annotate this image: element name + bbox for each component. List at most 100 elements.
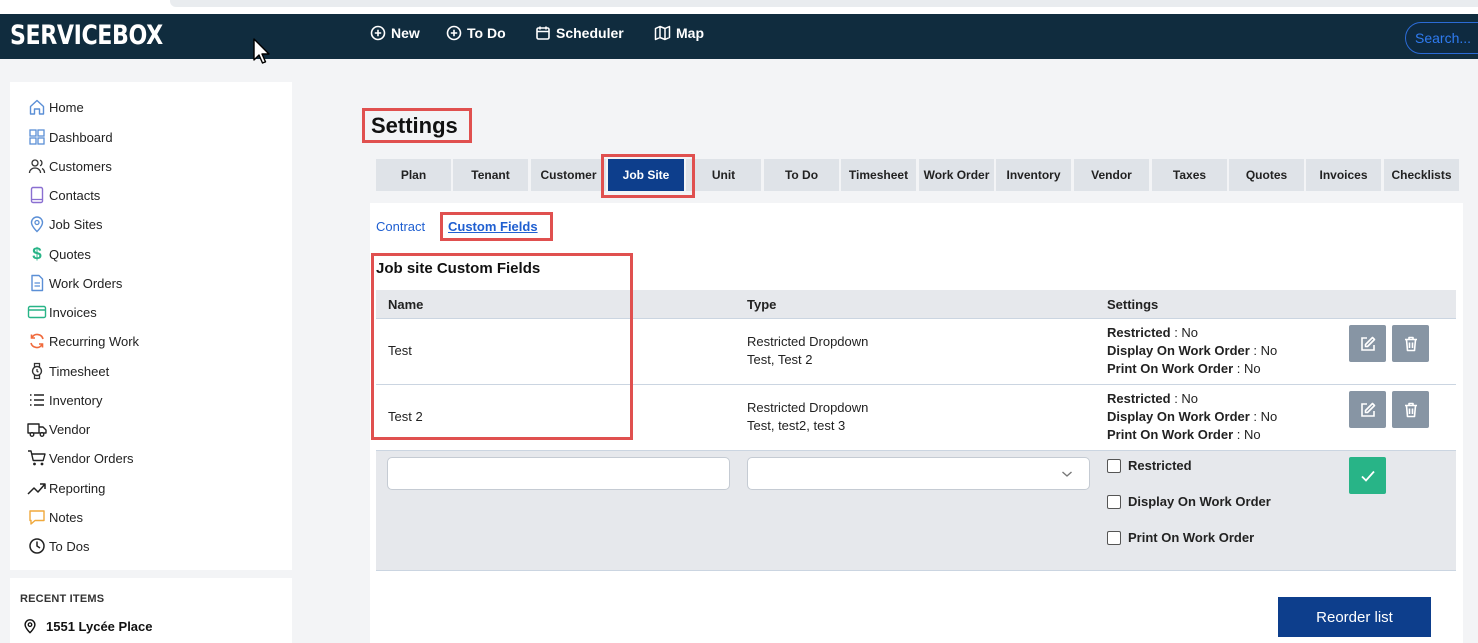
setting-label: Print On Work Order	[1107, 361, 1234, 376]
tab-inventory[interactable]: Inventory	[996, 159, 1071, 191]
highlight-box	[601, 154, 695, 198]
recent-items-panel: RECENT ITEMS 1551 Lycée Place	[10, 578, 292, 643]
trash-icon	[1404, 336, 1417, 351]
sidebar-item-contacts[interactable]: Contacts	[26, 184, 100, 206]
home-icon	[26, 96, 48, 118]
refresh-icon	[26, 330, 48, 352]
sidebar-item-to-dos[interactable]: To Dos	[26, 535, 89, 557]
nav-map[interactable]: Map	[654, 25, 704, 41]
sidebar-item-recurring-work[interactable]: Recurring Work	[26, 330, 139, 352]
sidebar-item-label: Customers	[49, 158, 112, 174]
list-icon	[26, 389, 48, 411]
tab-vendor[interactable]: Vendor	[1074, 159, 1149, 191]
mouse-cursor-icon	[253, 38, 270, 64]
tab-checklists[interactable]: Checklists	[1384, 159, 1459, 191]
nav-map-label: Map	[676, 25, 704, 41]
restricted-checkbox[interactable]: Restricted	[1107, 458, 1192, 473]
sidebar-item-customers[interactable]: Customers	[26, 155, 112, 177]
new-field-type-select[interactable]	[747, 457, 1090, 490]
sidebar-item-job-sites[interactable]: Job Sites	[26, 213, 102, 235]
dollar-icon: $	[32, 244, 42, 263]
sidebar-item-label: Home	[49, 99, 84, 115]
recent-item[interactable]: 1551 Lycée Place	[22, 618, 153, 634]
setting-label: Restricted	[1107, 391, 1171, 406]
sidebar-item-label: Contacts	[49, 187, 101, 203]
tab-tenant[interactable]: Tenant	[453, 159, 528, 191]
nav-todo[interactable]: To Do	[446, 25, 506, 41]
top-navbar: SERVICEBOX New To Do Scheduler Map Searc…	[0, 14, 1478, 59]
sidebar-item-invoices[interactable]: Invoices	[26, 301, 97, 323]
sidebar-item-reporting[interactable]: Reporting	[26, 477, 105, 499]
setting-label: Print On Work Order	[1107, 427, 1234, 442]
field-type: Restricted Dropdown	[747, 400, 869, 415]
sidebar-item-notes[interactable]: Notes	[26, 506, 83, 528]
tab-to-do[interactable]: To Do	[764, 159, 839, 191]
reorder-list-button[interactable]: Reorder list	[1278, 597, 1431, 637]
map-icon	[654, 25, 671, 41]
sidebar-item-inventory[interactable]: Inventory	[26, 389, 102, 411]
tab-work-order[interactable]: Work Order	[919, 159, 994, 191]
clock-icon	[26, 535, 48, 557]
note-icon	[26, 506, 48, 528]
checkbox-label: Display On Work Order	[1128, 494, 1271, 509]
nav-scheduler[interactable]: Scheduler	[535, 25, 624, 41]
new-field-row: Restricted Display On Work Order Print O…	[376, 451, 1456, 571]
nav-new[interactable]: New	[370, 25, 420, 41]
sidebar-item-timesheet[interactable]: Timesheet	[26, 360, 109, 382]
sidebar-item-label: Timesheet	[49, 363, 110, 379]
delete-button[interactable]	[1392, 391, 1429, 428]
save-field-button[interactable]	[1349, 457, 1386, 494]
delete-button[interactable]	[1392, 325, 1429, 362]
edit-icon	[1360, 336, 1375, 351]
check-icon	[1360, 470, 1375, 482]
print-on-work-order-checkbox[interactable]: Print On Work Order	[1107, 530, 1254, 545]
sidebar-item-label: Reporting	[49, 480, 106, 496]
tab-timesheet[interactable]: Timesheet	[841, 159, 916, 191]
tab-plan[interactable]: Plan	[376, 159, 451, 191]
highlight-box	[440, 212, 553, 241]
tab-unit[interactable]: Unit	[686, 159, 761, 191]
app-logo[interactable]: SERVICEBOX	[10, 20, 163, 51]
tab-invoices[interactable]: Invoices	[1306, 159, 1381, 191]
setting-label: Display On Work Order	[1107, 409, 1250, 424]
column-header-type: Type	[747, 297, 777, 312]
checkbox-box[interactable]	[1107, 458, 1121, 473]
setting-separator: :	[1233, 427, 1245, 442]
edit-button[interactable]	[1349, 391, 1386, 428]
checkbox-box[interactable]	[1107, 530, 1121, 545]
sidebar-item-label: Inventory	[49, 392, 103, 408]
edit-button[interactable]	[1349, 325, 1386, 362]
setting-value: No	[1244, 361, 1261, 376]
setting-separator: :	[1249, 409, 1261, 424]
sidebar-item-vendor-orders[interactable]: Vendor Orders	[26, 447, 134, 469]
calendar-icon	[536, 26, 550, 40]
field-options: Test, test2, test 3	[747, 418, 846, 433]
sidebar-item-label: Recurring Work	[49, 333, 140, 349]
tab-taxes[interactable]: Taxes	[1152, 159, 1227, 191]
sidebar-item-label: Notes	[49, 509, 83, 525]
edit-icon	[1360, 402, 1375, 417]
tab-quotes[interactable]: Quotes	[1229, 159, 1304, 191]
search-input[interactable]: Search...	[1405, 22, 1478, 54]
setting-separator: :	[1170, 325, 1182, 340]
setting-display: Display On Work Order : No	[1107, 342, 1277, 360]
sidebar-item-label: Dashboard	[49, 129, 113, 145]
sidebar-item-label: To Dos	[49, 538, 90, 554]
sidebar-item-quotes[interactable]: $ Quotes	[26, 243, 91, 265]
sidebar-item-work-orders[interactable]: Work Orders	[26, 272, 122, 294]
watch-icon	[26, 360, 48, 382]
tab-customer[interactable]: Customer	[531, 159, 606, 191]
truck-icon	[26, 418, 48, 440]
setting-print: Print On Work Order : No	[1107, 360, 1261, 378]
sidebar-item-label: Work Orders	[49, 275, 123, 291]
sidebar-item-dashboard[interactable]: Dashboard	[26, 126, 113, 148]
nav-todo-label: To Do	[467, 25, 506, 41]
sidebar-item-vendor[interactable]: Vendor	[26, 418, 90, 440]
checkbox-box[interactable]	[1107, 494, 1121, 509]
subtab-contract[interactable]: Contract	[376, 219, 425, 234]
display-on-work-order-checkbox[interactable]: Display On Work Order	[1107, 494, 1271, 509]
new-field-name-input[interactable]	[387, 457, 730, 490]
highlight-box	[371, 253, 633, 440]
sidebar-item-home[interactable]: Home	[26, 96, 84, 118]
checkbox-label: Print On Work Order	[1128, 530, 1255, 545]
